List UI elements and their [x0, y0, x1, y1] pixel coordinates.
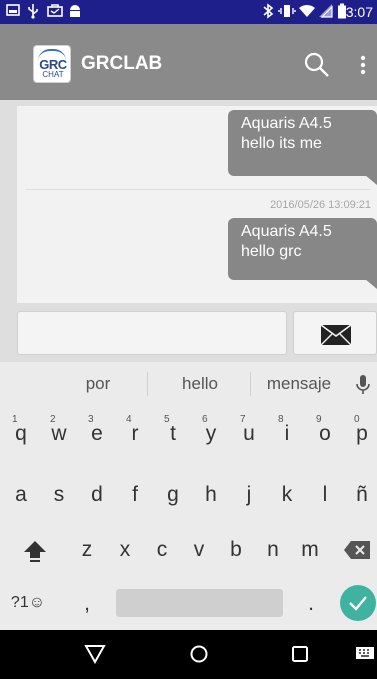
symbols-key[interactable]: ?1☺	[8, 594, 48, 612]
logo-text-bottom: CHAT	[42, 70, 64, 79]
back-icon	[84, 645, 106, 665]
key-t[interactable]: t	[158, 422, 188, 446]
key-k[interactable]: k	[272, 483, 302, 507]
message-text: hello grc	[241, 243, 302, 260]
shift-icon	[24, 541, 46, 562]
navigation-bar	[0, 630, 377, 679]
bubble-tail	[365, 175, 377, 185]
key-e[interactable]: e	[82, 422, 112, 446]
enter-key[interactable]	[340, 585, 376, 621]
message-timestamp: 2016/05/26 13:09:21	[270, 199, 371, 211]
app-logo: GRC CHAT	[33, 45, 71, 83]
message-sender: Aquaris A4.5	[241, 223, 332, 240]
message-input[interactable]	[17, 311, 287, 355]
key-r[interactable]: r	[120, 422, 150, 446]
key-z[interactable]: z	[72, 538, 102, 562]
bluetooth-icon	[262, 3, 274, 24]
key-o[interactable]: o	[310, 422, 340, 446]
signal-icon	[318, 3, 334, 24]
overflow-menu-button[interactable]	[354, 50, 372, 80]
envelope-icon	[320, 324, 352, 346]
key-x[interactable]: x	[110, 538, 140, 562]
more-vert-icon	[360, 55, 366, 75]
message-sender: Aquaris A4.5	[241, 115, 332, 132]
key-h[interactable]: h	[196, 483, 226, 507]
key-y[interactable]: y	[196, 422, 226, 446]
key-n-tilde[interactable]: ñ	[347, 483, 377, 507]
key-u[interactable]: u	[234, 422, 264, 446]
screenshot-icon	[6, 3, 20, 22]
android-icon	[68, 3, 82, 24]
key-i[interactable]: i	[272, 422, 302, 446]
shift-key[interactable]	[22, 538, 48, 569]
key-v[interactable]: v	[184, 538, 214, 562]
backspace-key[interactable]	[343, 540, 371, 565]
search-icon	[304, 52, 329, 77]
key-m[interactable]: m	[295, 538, 325, 562]
suggestion-separator	[147, 372, 148, 396]
mic-button[interactable]	[356, 374, 370, 401]
bubble-tail	[365, 279, 377, 289]
mic-icon	[356, 375, 370, 394]
back-button[interactable]	[84, 644, 106, 669]
message-text: hello its me	[241, 135, 322, 152]
key-d[interactable]: d	[82, 483, 112, 507]
key-g[interactable]: g	[158, 483, 188, 507]
key-b[interactable]: b	[221, 538, 251, 562]
suggestion-separator	[250, 372, 251, 396]
message-bubble[interactable]: Aquaris A4.5 hello grc	[228, 218, 377, 289]
search-button[interactable]	[302, 50, 332, 80]
recents-icon	[292, 646, 308, 662]
suggestion-3[interactable]: mensaje	[259, 374, 339, 394]
space-key[interactable]	[116, 589, 283, 617]
key-q[interactable]: q	[6, 422, 36, 446]
soft-keyboard: por hello mensaje 1 2 3 4 5 6 7 8 9 0 q …	[0, 362, 377, 630]
app-bar: GRC CHAT GRCLAB	[0, 24, 377, 100]
key-j[interactable]: j	[234, 483, 264, 507]
key-s[interactable]: s	[44, 483, 74, 507]
suggestion-2[interactable]: hello	[170, 374, 230, 394]
key-w[interactable]: w	[44, 422, 74, 446]
app-title: GRCLAB	[81, 53, 163, 74]
keyboard-switch-button[interactable]	[355, 646, 375, 667]
message-divider	[26, 189, 371, 190]
home-icon	[190, 645, 208, 663]
key-a[interactable]: a	[6, 483, 36, 507]
home-button[interactable]	[189, 644, 209, 669]
key-c[interactable]: c	[147, 538, 177, 562]
status-time: 13:07	[337, 4, 373, 20]
key-f[interactable]: f	[120, 483, 150, 507]
recents-button[interactable]	[290, 644, 310, 669]
status-bar: 13:07	[0, 0, 377, 24]
key-p[interactable]: p	[347, 422, 377, 446]
briefcase-icon	[47, 3, 63, 22]
keyboard-icon	[356, 647, 374, 659]
send-button[interactable]	[293, 311, 377, 355]
comma-key[interactable]: ,	[72, 592, 102, 616]
message-bubble[interactable]: Aquaris A4.5 hello its me	[228, 110, 377, 185]
backspace-icon	[344, 541, 370, 559]
message-list[interactable]: Aquaris A4.5 hello its me 2016/05/26 13:…	[17, 106, 377, 303]
key-l[interactable]: l	[310, 483, 340, 507]
wifi-icon	[298, 3, 316, 24]
check-icon	[349, 596, 367, 611]
key-n[interactable]: n	[258, 538, 288, 562]
suggestion-1[interactable]: por	[70, 374, 126, 394]
period-key[interactable]: .	[296, 592, 326, 616]
vibrate-icon	[278, 3, 296, 24]
usb-icon	[26, 3, 40, 24]
